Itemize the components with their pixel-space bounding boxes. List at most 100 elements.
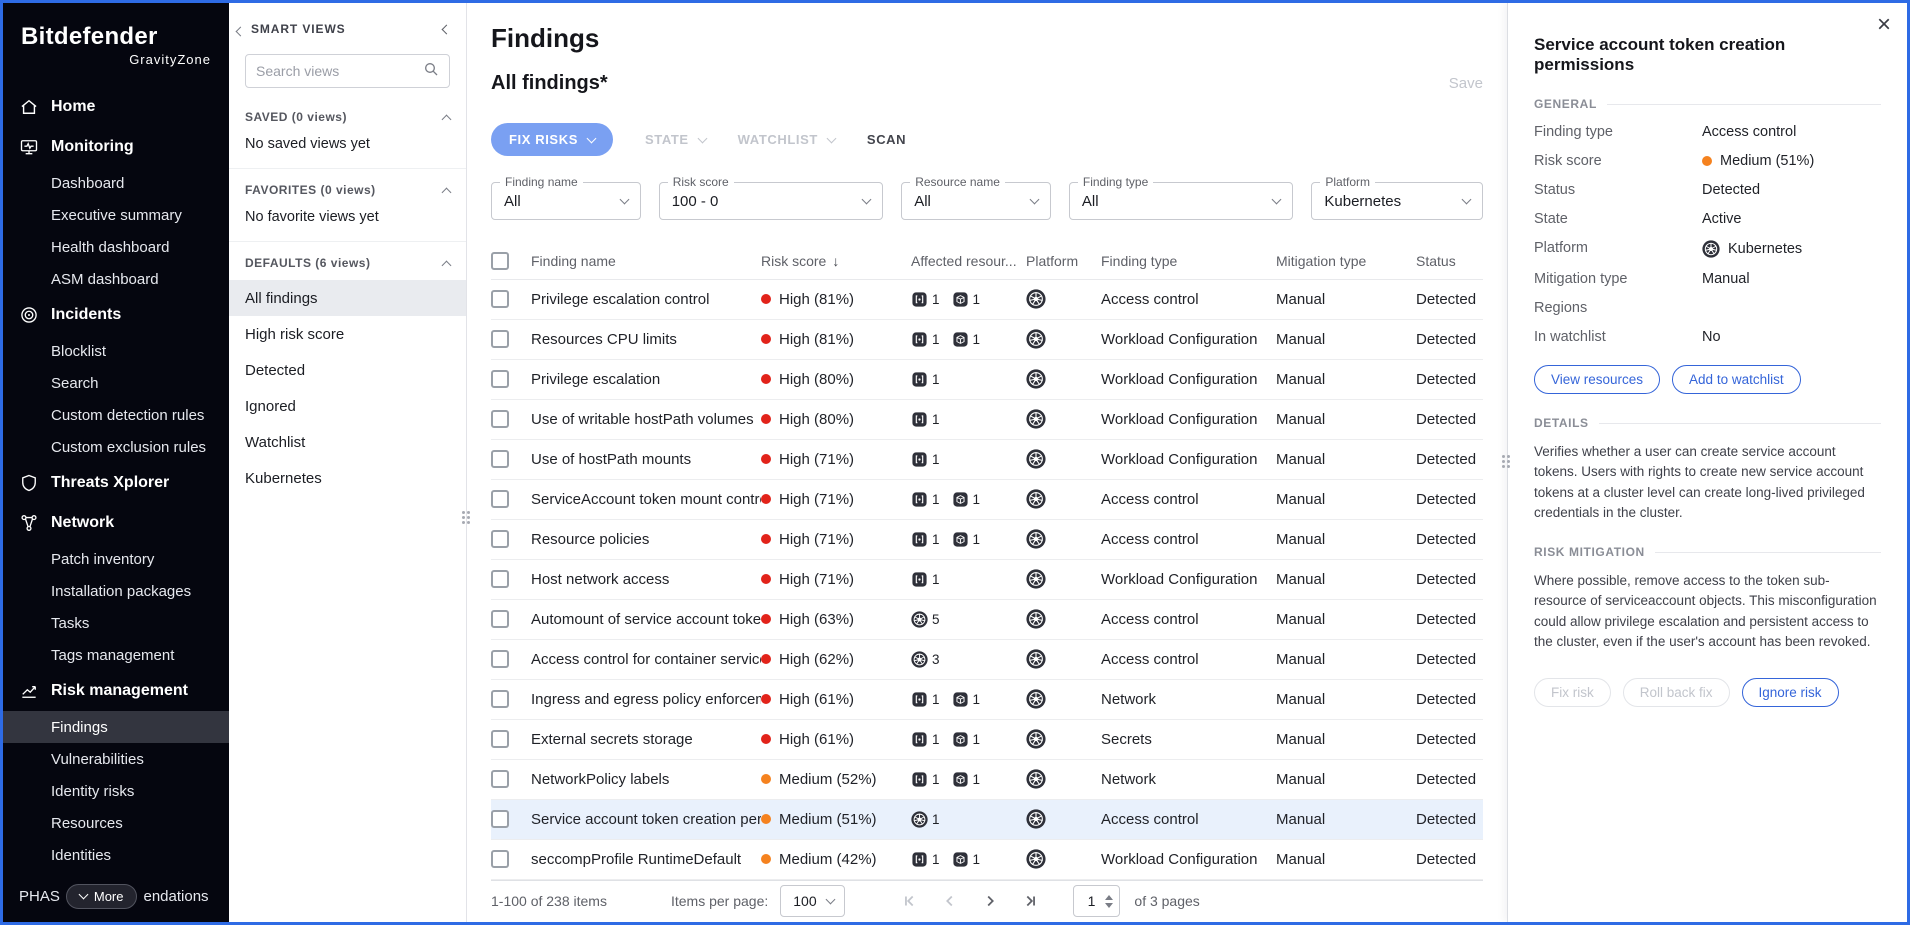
search-input[interactable]: [256, 63, 415, 79]
sidebar-item-blocklist[interactable]: Blocklist: [3, 335, 229, 367]
last-page-button[interactable]: [1021, 892, 1039, 910]
previous-page-button[interactable]: [941, 892, 959, 910]
sidebar-item-search[interactable]: Search: [3, 367, 229, 399]
sidebar-item-incidents[interactable]: Incidents: [3, 295, 229, 335]
smart-views-collapse-button[interactable]: [441, 21, 450, 36]
filter-finding-name[interactable]: Finding nameAll: [491, 182, 641, 220]
table-row[interactable]: Service account token creation perm...Me…: [491, 800, 1483, 840]
table-row[interactable]: Privilege escalationHigh (80%)1Workload …: [491, 360, 1483, 400]
table-row[interactable]: Ingress and egress policy enforcem...Hig…: [491, 680, 1483, 720]
sidebar-item-monitoring[interactable]: Monitoring: [3, 127, 229, 167]
sidebar-item-installation-packages[interactable]: Installation packages: [3, 575, 229, 607]
action-fix-risks[interactable]: FIX RISKS: [491, 123, 613, 156]
view-item-watchlist[interactable]: Watchlist: [229, 424, 466, 460]
action-watchlist[interactable]: WATCHLIST: [738, 132, 835, 147]
more-button[interactable]: More: [66, 884, 138, 909]
column-header-mitigation-type[interactable]: Mitigation type: [1276, 253, 1416, 269]
table-row[interactable]: Host network accessHigh (71%)1Workload C…: [491, 560, 1483, 600]
column-header-status[interactable]: Status: [1416, 253, 1483, 269]
filter-resource-name[interactable]: Resource nameAll: [901, 182, 1051, 220]
page-spinner[interactable]: [1105, 895, 1113, 908]
sidebar-item-custom-exclusion-rules[interactable]: Custom exclusion rules: [3, 431, 229, 463]
row-checkbox[interactable]: [491, 610, 509, 628]
table-row[interactable]: NetworkPolicy labelsMedium (52%)11Networ…: [491, 760, 1483, 800]
column-header-finding-type[interactable]: Finding type: [1101, 253, 1276, 269]
row-checkbox[interactable]: [491, 570, 509, 588]
add-to-watchlist-button[interactable]: Add to watchlist: [1672, 365, 1801, 394]
action-scan[interactable]: SCAN: [867, 132, 906, 147]
filter-platform[interactable]: PlatformKubernetes: [1311, 182, 1483, 220]
filter-risk-score[interactable]: Risk score100 - 0: [659, 182, 884, 220]
panel-resize-handle[interactable]: [462, 511, 470, 524]
page-number-input[interactable]: 1: [1073, 885, 1121, 917]
sidebar-item-executive-summary[interactable]: Executive summary: [3, 199, 229, 231]
row-checkbox[interactable]: [491, 810, 509, 828]
column-header-affected-resour[interactable]: Affected resour...: [911, 253, 1026, 269]
table-row[interactable]: Privilege escalation controlHigh (81%)11…: [491, 280, 1483, 320]
row-checkbox[interactable]: [491, 450, 509, 468]
row-checkbox[interactable]: [491, 530, 509, 548]
table-row[interactable]: Use of hostPath mountsHigh (71%)1Workloa…: [491, 440, 1483, 480]
resource-count-badge: 1: [911, 371, 940, 388]
sidebar-item-findings[interactable]: Findings: [3, 711, 229, 743]
view-item-detected[interactable]: Detected: [229, 352, 466, 388]
row-checkbox[interactable]: [491, 730, 509, 748]
items-per-page-select[interactable]: 100: [780, 885, 844, 917]
table-row[interactable]: Access control for container service ...…: [491, 640, 1483, 680]
sidebar-collapse-button[interactable]: [231, 19, 248, 42]
action-state[interactable]: STATE: [645, 132, 706, 147]
row-checkbox[interactable]: [491, 850, 509, 868]
row-checkbox[interactable]: [491, 650, 509, 668]
sidebar-item-tags-management[interactable]: Tags management: [3, 639, 229, 671]
filter-finding-type[interactable]: Finding typeAll: [1069, 182, 1294, 220]
table-row[interactable]: ServiceAccount token mount controlHigh (…: [491, 480, 1483, 520]
row-checkbox[interactable]: [491, 330, 509, 348]
column-header-finding-name[interactable]: Finding name: [531, 253, 761, 269]
first-page-button[interactable]: [901, 892, 919, 910]
sidebar-item-dashboard[interactable]: Dashboard: [3, 167, 229, 199]
views-section-header[interactable]: DEFAULTS (6 views): [229, 242, 466, 280]
sidebar-item-vulnerabilities[interactable]: Vulnerabilities: [3, 743, 229, 775]
table-row[interactable]: Resource policiesHigh (71%)11Access cont…: [491, 520, 1483, 560]
row-checkbox[interactable]: [491, 410, 509, 428]
sidebar-item-network[interactable]: Network: [3, 503, 229, 543]
view-item-high-risk-score[interactable]: High risk score: [229, 316, 466, 352]
sidebar-item-patch-inventory[interactable]: Patch inventory: [3, 543, 229, 575]
column-header-risk-score[interactable]: Risk score↓: [761, 253, 911, 269]
panel-resize-handle[interactable]: [1502, 455, 1510, 468]
select-all-checkbox[interactable]: [491, 252, 531, 270]
sidebar-item-risk-management[interactable]: Risk management: [3, 671, 229, 711]
table-row[interactable]: Use of writable hostPath volumesHigh (80…: [491, 400, 1483, 440]
sidebar-item-identity-risks[interactable]: Identity risks: [3, 775, 229, 807]
view-resources-button[interactable]: View resources: [1534, 365, 1660, 394]
sidebar-item-identities[interactable]: Identities: [3, 839, 229, 871]
views-section-header[interactable]: FAVORITES (0 views): [229, 169, 466, 207]
table-row[interactable]: seccompProfile RuntimeDefaultMedium (42%…: [491, 840, 1483, 880]
row-checkbox[interactable]: [491, 290, 509, 308]
sidebar-item-home[interactable]: Home: [3, 87, 229, 127]
sidebar-item-tasks[interactable]: Tasks: [3, 607, 229, 639]
table-row[interactable]: Resources CPU limitsHigh (81%)11Workload…: [491, 320, 1483, 360]
close-icon[interactable]: ×: [1877, 13, 1891, 37]
row-checkbox[interactable]: [491, 770, 509, 788]
sidebar-item-resources[interactable]: Resources: [3, 807, 229, 839]
column-header-platform[interactable]: Platform: [1026, 253, 1101, 269]
row-checkbox[interactable]: [491, 370, 509, 388]
row-checkbox[interactable]: [491, 690, 509, 708]
table-row[interactable]: Automount of service account tokenHigh (…: [491, 600, 1483, 640]
view-item-all-findings[interactable]: All findings: [229, 280, 466, 316]
roll-back-fix-button[interactable]: Roll back fix: [1623, 678, 1730, 707]
table-row[interactable]: External secrets storageHigh (61%)11Secr…: [491, 720, 1483, 760]
sidebar-item-threats-xplorer[interactable]: Threats Xplorer: [3, 463, 229, 503]
ignore-risk-button[interactable]: Ignore risk: [1742, 678, 1839, 707]
sidebar-item-health-dashboard[interactable]: Health dashboard: [3, 231, 229, 263]
view-item-ignored[interactable]: Ignored: [229, 388, 466, 424]
views-section-header[interactable]: SAVED (0 views): [229, 96, 466, 134]
sidebar-item-custom-detection-rules[interactable]: Custom detection rules: [3, 399, 229, 431]
next-page-button[interactable]: [981, 892, 999, 910]
view-item-kubernetes[interactable]: Kubernetes: [229, 460, 466, 496]
sidebar-item-asm-dashboard[interactable]: ASM dashboard: [3, 263, 229, 295]
fix-risk-button[interactable]: Fix risk: [1534, 678, 1611, 707]
save-button[interactable]: Save: [1449, 75, 1483, 92]
row-checkbox[interactable]: [491, 490, 509, 508]
